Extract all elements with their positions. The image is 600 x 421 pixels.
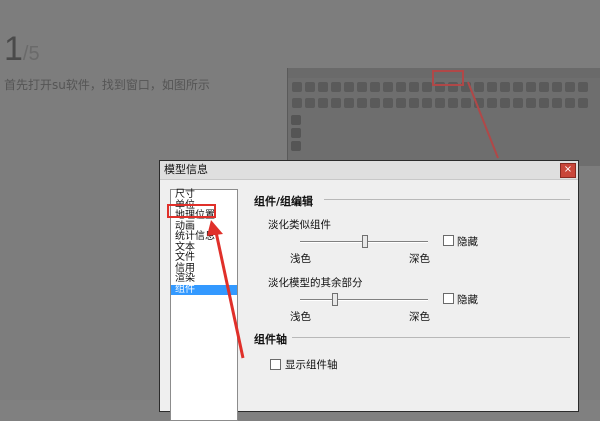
list-item-selected[interactable]: 组件 [171, 284, 237, 295]
close-icon: × [563, 164, 573, 175]
window-menu-highlight [432, 70, 464, 86]
hide-rest-checkbox[interactable] [443, 293, 454, 304]
section-divider [292, 337, 570, 338]
model-info-dialog: 模型信息 × 尺寸 单位 地理位置 动画 统计信息 文本 文件 信用 渲染 组件… [159, 160, 579, 421]
section-title-axes: 组件轴 [254, 333, 287, 346]
list-item[interactable]: 地理位置 [171, 210, 237, 222]
dark-label: 深色 [409, 253, 430, 265]
list-item[interactable]: 尺寸 [171, 189, 237, 201]
components-panel: 组件/组编辑 淡化类似组件 隐藏 浅色 深色 淡化模型的其余部分 隐藏 浅色 深… [252, 189, 578, 411]
light-label: 浅色 [290, 253, 311, 265]
screenshot-toolbar-row-2 [292, 96, 597, 110]
light-label: 浅色 [290, 311, 311, 323]
dialog-titlebar: 模型信息 × [160, 161, 578, 180]
fade-rest-label: 淡化模型的其余部分 [268, 277, 363, 289]
dialog-title: 模型信息 [164, 163, 208, 176]
fade-rest-slider-thumb[interactable] [332, 293, 338, 306]
show-axes-label: 显示组件轴 [285, 359, 338, 371]
sketchup-window-screenshot [287, 68, 600, 166]
step-description: 首先打开su软件，找到窗口，如图所示 [4, 78, 210, 92]
dark-label: 深色 [409, 311, 430, 323]
hide-similar-checkbox[interactable] [443, 235, 454, 246]
fade-similar-label: 淡化类似组件 [268, 219, 331, 231]
step-total: /5 [22, 43, 40, 65]
screenshot-side-toolbar [288, 112, 306, 166]
step-counter: 1/5 [4, 30, 40, 69]
category-list[interactable]: 尺寸 单位 地理位置 动画 统计信息 文本 文件 信用 渲染 组件 [170, 189, 238, 421]
list-item[interactable]: 统计信息 [171, 231, 237, 243]
section-divider [324, 199, 570, 200]
fade-similar-slider-thumb[interactable] [362, 235, 368, 248]
close-button[interactable]: × [560, 163, 576, 178]
fade-rest-slider[interactable] [300, 299, 428, 301]
list-item[interactable]: 渲染 [171, 273, 237, 285]
step-current: 1 [4, 30, 23, 68]
list-item[interactable]: 文件 [171, 252, 237, 264]
hide-rest-label: 隐藏 [457, 294, 478, 306]
section-title-edit: 组件/组编辑 [254, 195, 314, 208]
show-axes-checkbox[interactable] [270, 359, 281, 370]
hide-similar-label: 隐藏 [457, 236, 478, 248]
